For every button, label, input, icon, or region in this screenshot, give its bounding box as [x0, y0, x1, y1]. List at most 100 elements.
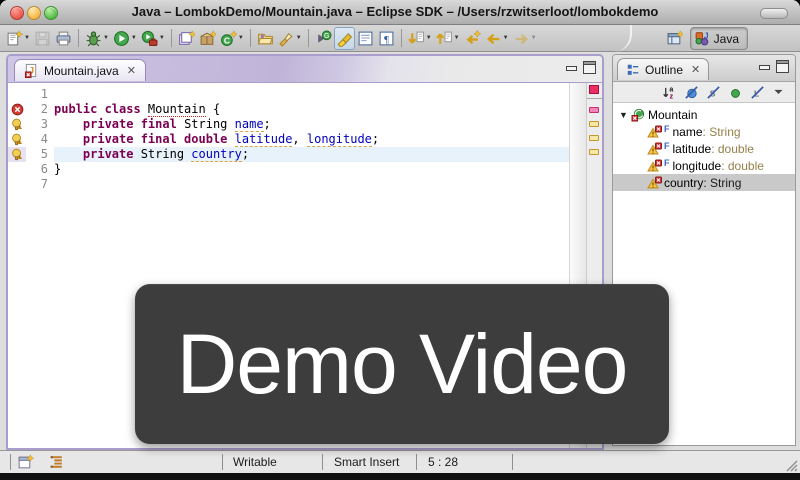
- hide-non-public-button[interactable]: [728, 85, 743, 100]
- new-java-project-button[interactable]: [176, 27, 197, 50]
- open-perspective-icon[interactable]: [666, 30, 683, 47]
- outline-item-type: : double: [721, 159, 764, 173]
- outline-item-name[interactable]: Fname : String: [613, 123, 795, 140]
- maximize-editor-button[interactable]: [583, 61, 596, 74]
- java-file-icon: J: [24, 63, 39, 78]
- outline-tab-close-icon[interactable]: ✕: [691, 63, 700, 76]
- open-element-button[interactable]: G: [313, 27, 334, 50]
- code-line[interactable]: 5 private String country;: [8, 147, 570, 162]
- ruler-warning-marker[interactable]: [589, 121, 599, 127]
- title-bar: Java – LombokDemo/Mountain.java – Eclips…: [0, 0, 800, 25]
- maximize-outline-button[interactable]: [776, 60, 789, 73]
- fast-view-outline-icon[interactable]: [48, 454, 65, 471]
- editor-tab-mountain-java[interactable]: J Mountain.java ✕: [14, 59, 146, 81]
- line-number: 3: [26, 117, 54, 132]
- error-status-square: [589, 85, 599, 94]
- hide-static-button[interactable]: S: [706, 85, 721, 100]
- svg-text:¶: ¶: [384, 34, 389, 45]
- next-annotation-button[interactable]: ▼: [406, 27, 434, 50]
- minimize-editor-button[interactable]: [565, 62, 576, 73]
- class-obj-icon: [631, 108, 646, 122]
- field-warn-icon: [647, 125, 662, 139]
- new-class-button[interactable]: C▼: [218, 27, 246, 50]
- show-whitespace-toggle[interactable]: ¶: [376, 27, 397, 50]
- outline-view-icon: [626, 63, 640, 77]
- new-wizard-icon: [6, 30, 23, 47]
- outline-item-longitude[interactable]: Flongitude : double: [613, 157, 795, 174]
- dropdown-arrow-icon: ▼: [238, 35, 244, 41]
- code-line[interactable]: 7: [8, 177, 570, 192]
- minimize-outline-button[interactable]: [758, 61, 769, 72]
- error-marker-icon[interactable]: [8, 102, 26, 117]
- code-line[interactable]: 4 private final double latitude, longitu…: [8, 132, 570, 147]
- mark-occurrences-toggle[interactable]: [334, 27, 355, 50]
- warning-marker-icon[interactable]: [8, 132, 26, 147]
- hide-local-types-button[interactable]: L: [750, 85, 765, 100]
- mac-minimize-button[interactable]: [27, 6, 41, 20]
- forward-button[interactable]: ▼: [511, 27, 539, 50]
- expander-icon[interactable]: ▼: [619, 110, 629, 120]
- dropdown-arrow-icon: ▼: [296, 35, 302, 41]
- outline-item-label: name: [673, 125, 703, 139]
- line-number: 2: [26, 102, 54, 117]
- debug-icon: [85, 30, 102, 47]
- ruler-warning-marker[interactable]: [589, 149, 599, 155]
- last-edit-location-button[interactable]: [462, 27, 483, 50]
- code-line[interactable]: 6}: [8, 162, 570, 177]
- outline-item-latitude[interactable]: Flatitude : double: [613, 140, 795, 157]
- outline-item-country[interactable]: country : String: [613, 174, 795, 191]
- code-line[interactable]: 3 private final String name;: [8, 117, 570, 132]
- status-separator: [322, 454, 323, 470]
- java-perspective-button[interactable]: J Java: [690, 27, 748, 50]
- new-package-button[interactable]: [197, 27, 218, 50]
- dropdown-arrow-icon: ▼: [503, 35, 509, 41]
- toolbar-separator: [78, 29, 79, 47]
- previous-annotation-button[interactable]: ▼: [434, 27, 462, 50]
- sort-button[interactable]: az: [662, 85, 677, 100]
- fast-view-icon[interactable]: [17, 454, 34, 471]
- ruler-warning-marker[interactable]: [589, 135, 599, 141]
- perspective-bar-divider: [604, 25, 632, 52]
- run-button[interactable]: ▼: [111, 27, 139, 50]
- warning-marker-icon[interactable]: [8, 147, 26, 162]
- svg-text:a: a: [669, 86, 673, 93]
- new-button[interactable]: ▼: [4, 27, 32, 50]
- open-element-icon: G: [315, 30, 332, 47]
- search-button[interactable]: ▼: [276, 27, 304, 50]
- mac-close-button[interactable]: [10, 6, 24, 20]
- outline-item-Mountain[interactable]: ▼Mountain: [613, 106, 795, 123]
- search-icon: [278, 30, 295, 47]
- field-warn-icon: [647, 142, 662, 156]
- ruler-error-marker[interactable]: [589, 107, 599, 113]
- debug-button[interactable]: ▼: [83, 27, 111, 50]
- open-type-button[interactable]: [255, 27, 276, 50]
- warning-marker-icon[interactable]: [8, 117, 26, 132]
- writable-status: Writable: [233, 455, 277, 469]
- next-annotation-icon: [408, 30, 425, 47]
- field-warn-icon: [647, 159, 662, 173]
- demo-video-overlay: Demo Video: [135, 284, 669, 444]
- outline-item-type: : double: [711, 142, 754, 156]
- code-line[interactable]: 2public class Mountain {: [8, 102, 570, 117]
- outline-tab[interactable]: Outline ✕: [617, 58, 709, 80]
- cursor-position-status: 5 : 28: [428, 455, 458, 469]
- dropdown-arrow-icon: ▼: [159, 35, 165, 41]
- hide-fields-button[interactable]: [684, 85, 699, 100]
- mac-zoom-button[interactable]: [44, 6, 58, 20]
- resize-grip[interactable]: [784, 458, 798, 472]
- screen: Java – LombokDemo/Mountain.java – Eclips…: [0, 0, 800, 480]
- toolbar-toggle-capsule[interactable]: [760, 8, 788, 19]
- editor-tab-close-icon[interactable]: ✕: [127, 64, 136, 77]
- view-menu-button[interactable]: [772, 85, 787, 100]
- outline-toolbar: az S L: [613, 82, 795, 103]
- save-button[interactable]: [32, 27, 53, 50]
- final-adornment: F: [664, 124, 670, 134]
- status-separator: [10, 454, 11, 470]
- code-line[interactable]: 1: [8, 87, 570, 102]
- outline-item-label: country: [664, 176, 703, 190]
- external-tools-button[interactable]: ▼: [139, 27, 167, 50]
- show-source-button[interactable]: [355, 27, 376, 50]
- print-button[interactable]: [53, 27, 74, 50]
- back-button[interactable]: ▼: [483, 27, 511, 50]
- dropdown-arrow-icon: ▼: [531, 35, 537, 41]
